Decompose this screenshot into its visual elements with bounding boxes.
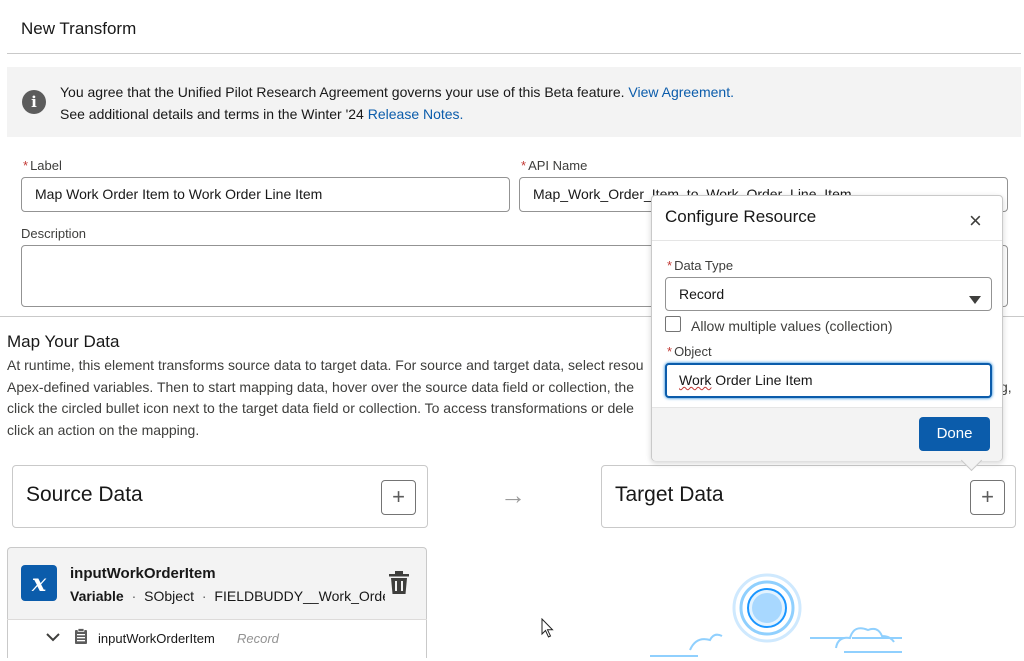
api-name-field-label: * API Name bbox=[521, 158, 587, 173]
required-indicator: * bbox=[667, 258, 673, 273]
dropdown-caret-icon bbox=[969, 291, 981, 307]
required-indicator: * bbox=[23, 158, 29, 173]
cursor-icon bbox=[541, 617, 555, 642]
required-indicator: * bbox=[667, 344, 673, 359]
add-source-button[interactable]: + bbox=[381, 480, 416, 515]
object-label-text: Object bbox=[674, 344, 712, 359]
map-paragraph-line: click an action on the mapping. bbox=[7, 422, 200, 438]
expand-toggle[interactable] bbox=[45, 629, 61, 648]
collection-checkbox[interactable] bbox=[665, 316, 681, 332]
notice-text-1: You agree that the Unified Pilot Researc… bbox=[60, 84, 625, 100]
data-type-value: Record bbox=[679, 286, 725, 302]
data-type-label-text: Data Type bbox=[674, 258, 734, 273]
add-target-button[interactable]: + bbox=[970, 480, 1005, 515]
arrow-right-icon: → bbox=[500, 480, 526, 510]
map-paragraph-line: At runtime, this element transforms sour… bbox=[7, 357, 644, 373]
label-input[interactable]: Map Work Order Item to Work Order Line I… bbox=[21, 177, 510, 212]
info-icon: i bbox=[22, 90, 46, 114]
plus-icon: + bbox=[981, 484, 994, 509]
map-section-title: Map Your Data bbox=[7, 332, 120, 351]
variable-object-kind: SObject bbox=[144, 588, 194, 604]
page-title: New Transform bbox=[21, 19, 137, 38]
done-button[interactable]: Done bbox=[919, 417, 990, 451]
description-label: Description bbox=[21, 226, 87, 241]
notice-line-2: See additional details and terms in the … bbox=[60, 106, 463, 122]
variable-tree bbox=[8, 620, 426, 658]
variable-object-name: FIELDBUDDY__Work_Order_ bbox=[214, 588, 385, 604]
tree-item-name[interactable]: inputWorkOrderItem bbox=[98, 631, 215, 646]
popover-title: Configure Resource bbox=[665, 207, 817, 226]
map-paragraph-line: click the circled bullet icon next to th… bbox=[7, 400, 634, 416]
popover-header-divider bbox=[652, 240, 1002, 241]
chevron-down-icon bbox=[46, 633, 60, 642]
object-label: * Object bbox=[667, 344, 712, 359]
trash-icon bbox=[389, 571, 409, 594]
header-divider bbox=[7, 53, 1021, 54]
variable-meta: Variable · SObject · FIELDBUDDY__Work_Or… bbox=[70, 588, 385, 604]
notice-line-1: You agree that the Unified Pilot Researc… bbox=[60, 84, 734, 100]
release-notes-link[interactable]: Release Notes. bbox=[368, 106, 464, 122]
data-type-label: * Data Type bbox=[667, 258, 733, 273]
delete-variable-button[interactable] bbox=[387, 570, 411, 599]
map-paragraph-line: Apex-defined variables. Then to start ma… bbox=[7, 379, 634, 395]
variable-type: Variable bbox=[70, 588, 124, 604]
notice-text-2: See additional details and terms in the … bbox=[60, 106, 364, 122]
label-field-label: * Label bbox=[23, 158, 62, 173]
data-type-select[interactable]: Record bbox=[665, 277, 992, 311]
collection-checkbox-label: Allow multiple values (collection) bbox=[691, 318, 893, 334]
source-data-title: Source Data bbox=[26, 483, 143, 506]
label-field-label-text: Label bbox=[30, 158, 62, 173]
api-name-field-label-text: API Name bbox=[528, 158, 588, 173]
meta-separator: · bbox=[201, 588, 207, 604]
variable-icon: x bbox=[21, 565, 57, 601]
empty-state-illustration bbox=[640, 566, 910, 661]
beta-notice bbox=[7, 67, 1021, 137]
variable-name: inputWorkOrderItem bbox=[70, 565, 216, 582]
record-icon bbox=[74, 628, 88, 648]
required-indicator: * bbox=[521, 158, 527, 173]
object-input[interactable]: Work Order Line Item bbox=[665, 363, 992, 398]
target-data-title: Target Data bbox=[615, 483, 724, 506]
object-value-misspelled: Work bbox=[679, 372, 712, 388]
close-icon[interactable]: × bbox=[969, 209, 982, 233]
view-agreement-link[interactable]: View Agreement. bbox=[628, 84, 734, 100]
tree-item-type: Record bbox=[237, 631, 279, 646]
meta-separator: · bbox=[131, 588, 137, 604]
object-value-rest: Order Line Item bbox=[711, 372, 813, 388]
plus-icon: + bbox=[392, 484, 405, 509]
